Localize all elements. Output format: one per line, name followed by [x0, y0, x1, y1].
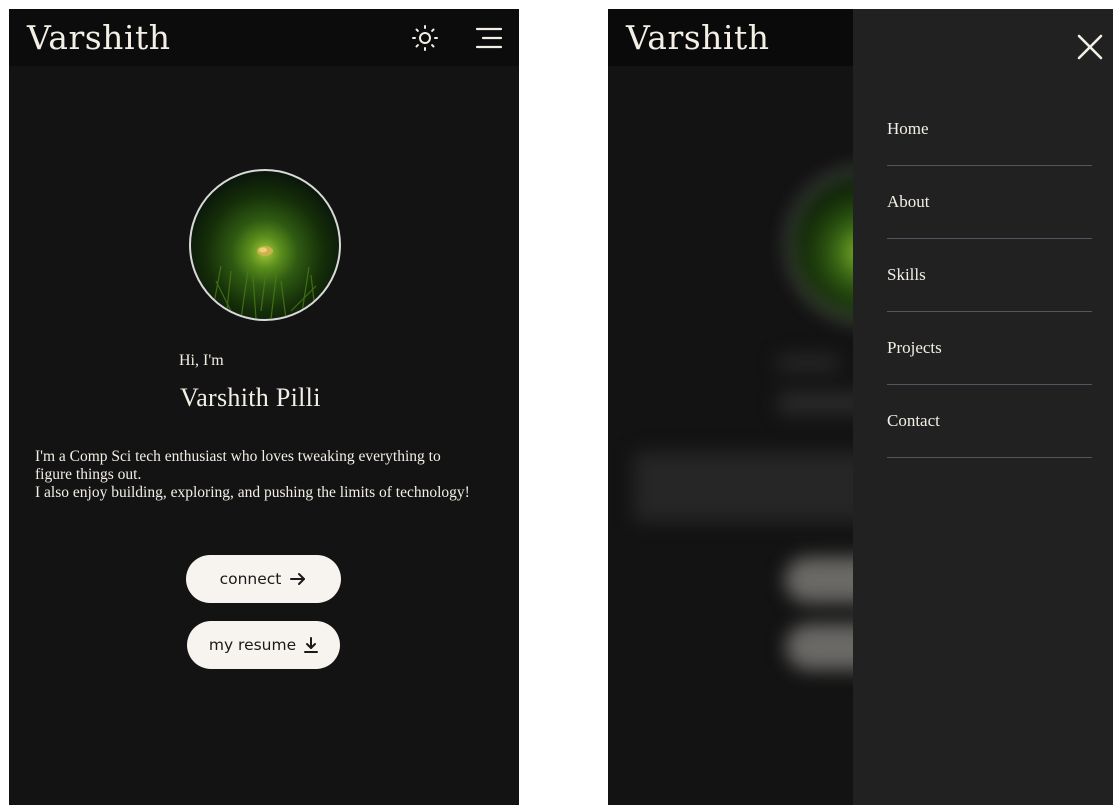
sun-icon [412, 25, 438, 51]
bio-line-2: I also enjoy building, exploring, and pu… [35, 484, 470, 501]
nav-item-projects[interactable]: Projects [887, 312, 1092, 385]
phone-home-screen: Varshith Hi, I'm Varshith Pilli I'm a Co… [9, 9, 519, 805]
hamburger-menu-icon [475, 27, 503, 49]
arrow-right-icon [290, 573, 306, 585]
hero-bio: I'm a Comp Sci tech enthusiast who loves… [35, 448, 475, 502]
menu-button[interactable] [474, 24, 504, 52]
nav-item-label: Skills [887, 265, 926, 284]
resume-button[interactable]: my resume [187, 621, 340, 669]
drawer-nav-list: Home About Skills Projects Contact [887, 93, 1092, 458]
nav-item-label: Projects [887, 338, 942, 357]
theme-toggle-button[interactable] [411, 24, 439, 52]
nav-item-label: Home [887, 119, 929, 138]
site-logo[interactable]: Varshith [27, 18, 171, 57]
resume-button-label: my resume [208, 636, 297, 654]
connect-button-label: connect [219, 570, 282, 588]
hero-name: Varshith Pilli [180, 383, 321, 412]
close-icon [1077, 34, 1103, 60]
close-menu-button[interactable] [1076, 33, 1104, 61]
connect-button[interactable]: connect [186, 555, 341, 603]
nav-drawer: Home About Skills Projects Contact [853, 9, 1113, 805]
phone-menu-open: Varshith Home About Skills Projects Cont… [608, 9, 1113, 805]
bio-line-1: I'm a Comp Sci tech enthusiast who loves… [35, 448, 441, 483]
nav-item-skills[interactable]: Skills [887, 239, 1092, 312]
profile-photo [210, 246, 317, 319]
nav-item-about[interactable]: About [887, 166, 1092, 239]
site-header: Varshith [9, 9, 519, 66]
site-logo[interactable]: Varshith [626, 18, 770, 57]
nav-item-label: Contact [887, 411, 940, 430]
nav-item-home[interactable]: Home [887, 93, 1092, 166]
hero-greeting: Hi, I'm [179, 352, 224, 369]
nav-item-contact[interactable]: Contact [887, 385, 1092, 458]
blurred-greeting [778, 356, 838, 370]
nav-item-label: About [887, 192, 930, 211]
profile-avatar [189, 169, 341, 321]
download-icon [304, 637, 319, 653]
